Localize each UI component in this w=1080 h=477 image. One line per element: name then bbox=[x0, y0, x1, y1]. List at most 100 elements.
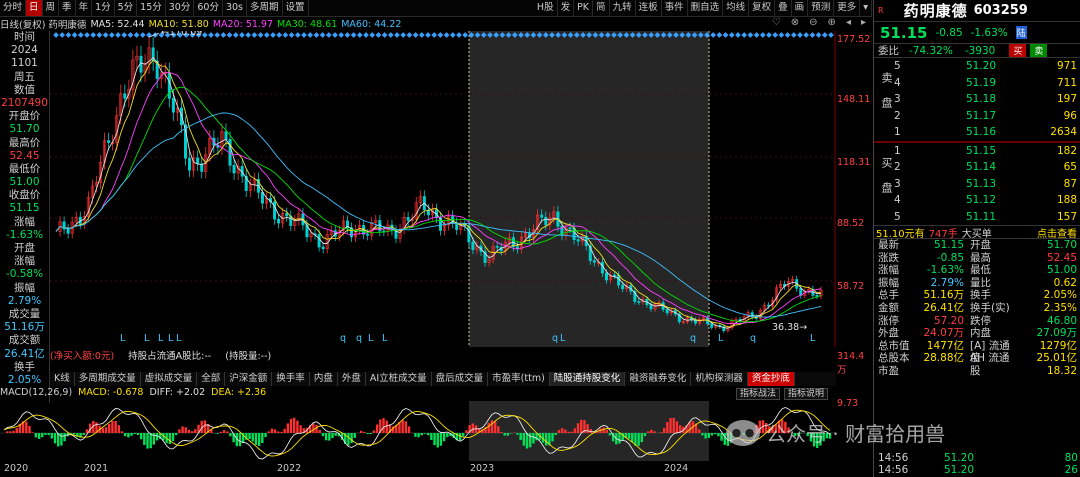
stat-label: 总股本 bbox=[878, 352, 910, 365]
zoom-in-icon[interactable]: ⊕ bbox=[828, 17, 836, 28]
indicator-tab[interactable]: 换手率 bbox=[272, 372, 310, 386]
event-marker bbox=[369, 32, 376, 38]
indicator-tab[interactable]: 融资融券变化 bbox=[625, 372, 692, 386]
info-row: 2.79% bbox=[7, 294, 42, 307]
chevron-down-icon[interactable]: ▾ bbox=[860, 0, 872, 16]
indicator-tab[interactable]: K线 bbox=[50, 372, 75, 386]
toolbar-button[interactable]: PK bbox=[574, 0, 594, 16]
zoom-out-icon[interactable]: ⊖ bbox=[809, 17, 817, 28]
indicator-tab[interactable]: 盘后成交量 bbox=[432, 372, 489, 386]
event-marker bbox=[263, 32, 270, 38]
indicator-tab[interactable]: AI立桩成交量 bbox=[366, 372, 432, 386]
stat-label: 金额 bbox=[878, 301, 899, 314]
ma10-value: MA10: 51.80 bbox=[148, 18, 209, 30]
big-order-bar[interactable]: 51.10元有 747手 大买单 点击查看 bbox=[874, 225, 1080, 240]
event-marker bbox=[344, 32, 351, 38]
indicator-tabs: K线 多周期成交量 虚拟成交量 全部 沪深金额 换手率 内盘 外盘 AI立桩成交量 盘后成交量 市盈… bbox=[50, 372, 836, 386]
event-marker bbox=[462, 32, 469, 38]
candle-body bbox=[107, 140, 111, 143]
toolbar-button[interactable]: 连板 bbox=[636, 0, 662, 16]
stock-name: 药明康德 bbox=[903, 2, 968, 20]
macd-value: MACD: -0.678 bbox=[78, 387, 144, 398]
info-row: 周五 bbox=[14, 70, 35, 83]
period-tab[interactable]: 5分 bbox=[115, 0, 138, 16]
indicator-tab[interactable]: 陆股通持股变化 bbox=[549, 372, 626, 386]
period-tab[interactable]: 30s bbox=[223, 0, 247, 16]
buy-button[interactable]: 买 bbox=[1009, 44, 1027, 57]
stat-value: -0.85 bbox=[936, 251, 964, 264]
period-tab[interactable]: 60分 bbox=[194, 0, 223, 16]
stat-value: 51.00 bbox=[1046, 264, 1077, 277]
heart-icon[interactable]: ♡ bbox=[772, 17, 781, 28]
tick-volume: 80 bbox=[1064, 452, 1078, 464]
indicator-tab[interactable]: 机构探测器 bbox=[691, 372, 748, 386]
indicator-tab[interactable]: 资金抄底 bbox=[747, 372, 795, 386]
event-marker bbox=[375, 32, 382, 38]
candle-body bbox=[317, 234, 321, 248]
toolbar-button[interactable]: 画 bbox=[792, 0, 809, 16]
indicator-tab[interactable]: 沪深金额 bbox=[225, 372, 273, 386]
macd-buttons: 指标战法 指标说明 bbox=[736, 388, 829, 400]
candle-body bbox=[495, 245, 499, 248]
indicator-tab[interactable]: 多周期成交量 bbox=[75, 372, 141, 386]
toolbar-button[interactable]: 发 bbox=[558, 0, 575, 16]
indicator-tab[interactable]: 全部 bbox=[197, 372, 226, 386]
period-tab[interactable]: 1分 bbox=[92, 0, 115, 16]
kline-chart[interactable]: ←170.0936.38→L L L L Lq q L Lq Lq Lq L bbox=[50, 31, 872, 347]
prev-arrow-icon[interactable]: ⊗ bbox=[791, 17, 799, 28]
stat-value: 28.88亿 bbox=[923, 352, 964, 365]
indicator-tab[interactable]: 内盘 bbox=[310, 372, 338, 386]
info-row: 时间 bbox=[14, 31, 35, 43]
event-marker bbox=[65, 32, 72, 38]
period-tab[interactable]: 多周期 bbox=[247, 0, 283, 16]
right-arrow-icon[interactable]: ▸ bbox=[861, 17, 866, 28]
toolbar-button[interactable]: 更多 bbox=[834, 0, 861, 16]
period-tab[interactable]: 季 bbox=[59, 0, 76, 16]
toolbar-button[interactable]: 叠 bbox=[775, 0, 792, 16]
year-label: 2022 bbox=[277, 463, 302, 474]
toolbar-button[interactable]: 预测 bbox=[808, 0, 835, 16]
asks-volume: 711 bbox=[1056, 76, 1077, 89]
hk-connect-badge: 陆 bbox=[1015, 26, 1027, 39]
period-tab[interactable]: 15分 bbox=[137, 0, 166, 16]
view-detail-link[interactable]: 点击查看 bbox=[1037, 225, 1080, 240]
indicator-strategy-button[interactable]: 指标战法 bbox=[736, 388, 781, 400]
left-arrow-icon[interactable]: ◂ bbox=[846, 17, 851, 28]
period-tab[interactable]: 30分 bbox=[166, 0, 195, 16]
tick-row: 14:56 51.20 80 bbox=[874, 452, 1080, 464]
bids-volume: 87 bbox=[1063, 177, 1077, 190]
indicator-tab[interactable]: 外盘 bbox=[338, 372, 366, 386]
event-marker bbox=[108, 32, 115, 38]
indicator-tab[interactable]: 虚拟成交量 bbox=[141, 372, 198, 386]
bids-volume: 157 bbox=[1056, 210, 1077, 223]
toolbar-button[interactable]: 复权 bbox=[749, 0, 776, 16]
period-tab[interactable]: 周 bbox=[43, 0, 60, 16]
toolbar-button[interactable]: 均线 bbox=[723, 0, 750, 16]
toolbar-button[interactable]: 九转 bbox=[610, 0, 636, 16]
period-tab[interactable]: 年 bbox=[76, 0, 93, 16]
period-tab[interactable]: 分时 bbox=[0, 0, 27, 16]
toolbar-button[interactable]: 简 bbox=[593, 0, 610, 16]
candle-body bbox=[649, 304, 653, 310]
macd-header: MACD(12,26,9) MACD: -0.678 DIFF: +2.02 D… bbox=[0, 387, 836, 401]
macd-title: MACD(12,26,9) bbox=[0, 387, 73, 398]
indicator-help-button[interactable]: 指标说明 bbox=[784, 388, 829, 400]
stat-value: -1.63% bbox=[926, 264, 964, 277]
toolbar-button[interactable]: H股 bbox=[534, 0, 558, 16]
toolbar-button[interactable]: 事件 bbox=[662, 0, 688, 16]
volume-axis-label: 314.4万 bbox=[837, 351, 865, 376]
sell-button[interactable]: 卖 bbox=[1030, 44, 1048, 57]
period-tab[interactable]: 设置 bbox=[283, 0, 309, 16]
period-tab[interactable]: 日 bbox=[26, 0, 43, 16]
candle-body bbox=[232, 165, 236, 174]
event-marker bbox=[220, 32, 227, 38]
event-marker bbox=[778, 32, 785, 38]
quote-panel: R 药明康德 603259 51.15 -0.85 -1.63% 陆 委比 -7… bbox=[873, 0, 1080, 477]
indicator-tab[interactable]: 市盈率(ttm) bbox=[488, 372, 550, 386]
event-marker bbox=[294, 32, 301, 38]
macd-chart[interactable] bbox=[0, 401, 836, 461]
hk-holding-bar: (净买入额:0元) 持股占流通A股比:-- (持股量:--) bbox=[50, 348, 836, 362]
toolbar-button[interactable]: 删自选 bbox=[688, 0, 724, 16]
bids-row: 5 51.11 157 bbox=[874, 209, 1080, 226]
info-row: 最高价 bbox=[8, 136, 41, 149]
